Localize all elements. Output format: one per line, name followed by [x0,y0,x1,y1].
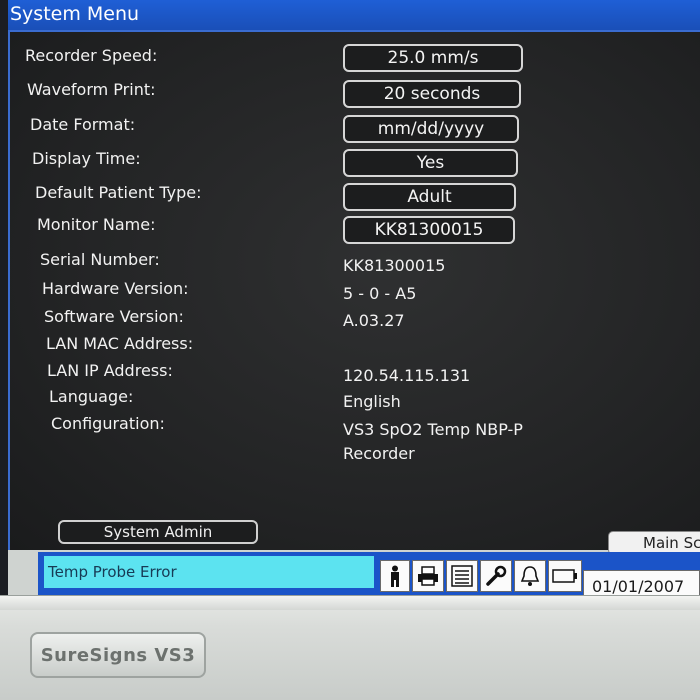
monitor-name-label: Monitor Name: [37,215,156,234]
serial-number-value: KK81300015 [343,256,446,275]
window-title: System Menu [10,3,140,25]
language-label: Language: [49,387,134,406]
wrench-icon[interactable] [480,560,512,592]
hardware-version-value: 5 - 0 - A5 [343,284,417,303]
brand-badge: SureSigns VS3 [30,632,206,678]
configuration-label: Configuration: [51,414,165,433]
serial-number-label: Serial Number: [40,250,160,269]
hardware-version-label: Hardware Version: [42,279,189,298]
lan-mac-address-label: LAN MAC Address: [46,334,194,353]
system-admin-button[interactable]: System Admin [58,520,258,544]
bezel-lip [0,595,700,610]
waveform-print-label: Waveform Print: [27,80,156,99]
display-time-label: Display Time: [32,149,141,168]
lan-ip-address-value: 120.54.115.131 [343,366,471,385]
monitor-name-field[interactable]: KK81300015 [343,216,515,244]
date-format-field[interactable]: mm/dd/yyyy [343,115,519,143]
date-format-label: Date Format: [30,115,136,134]
waveform-print-field[interactable]: 20 seconds [343,80,521,108]
default-patient-type-label: Default Patient Type: [35,183,202,202]
alarm-bell-icon[interactable] [514,560,546,592]
language-value: English [343,392,401,411]
configuration-value: VS3 SpO2 Temp NBP-P [343,420,523,439]
print-icon[interactable] [412,560,444,592]
bezel-left [0,0,8,610]
report-icon[interactable] [446,560,478,592]
patient-icon[interactable] [380,560,410,592]
software-version-value: A.03.27 [343,311,405,330]
alarm-message[interactable]: Temp Probe Error [44,556,374,588]
default-patient-type-field[interactable]: Adult [343,183,516,211]
display-time-field[interactable]: Yes [343,149,518,177]
configuration-value-line2: Recorder [343,444,415,463]
lan-ip-address-label: LAN IP Address: [47,361,173,380]
battery-icon [548,560,582,592]
software-version-label: Software Version: [44,307,184,326]
recorder-speed-label: Recorder Speed: [25,46,158,65]
recorder-speed-field[interactable]: 25.0 mm/s [343,44,523,72]
